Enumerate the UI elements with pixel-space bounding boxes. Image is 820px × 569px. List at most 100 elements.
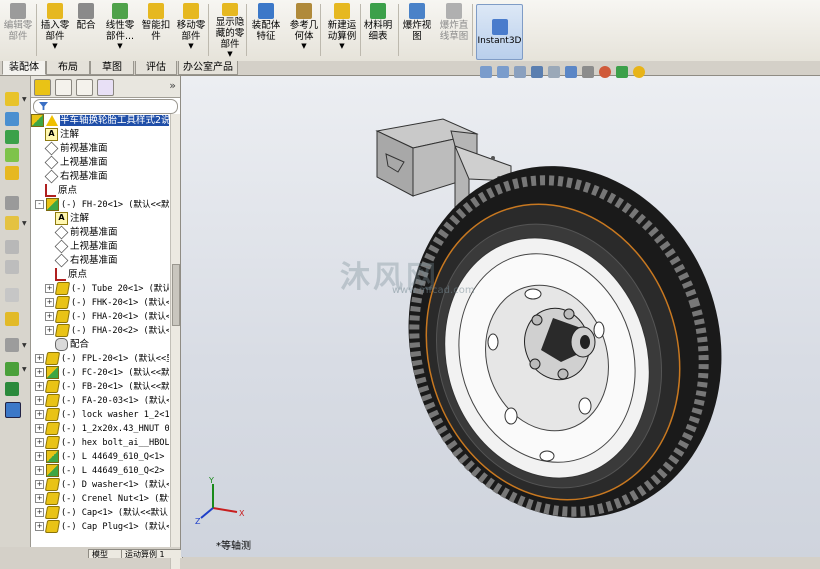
tree-item[interactable]: + (-) FHA-20<1> (默认< <box>45 310 169 324</box>
toolbar-button-reference-geometry[interactable]: 参考几 何体 ▼ <box>286 3 322 58</box>
toolbar-button-mate[interactable]: 配合 <box>74 3 98 58</box>
grid-icon[interactable] <box>5 338 19 352</box>
previous-view-icon[interactable] <box>514 66 526 78</box>
zoom-to-area-icon[interactable] <box>497 66 509 78</box>
rotate-icon[interactable] <box>5 382 19 396</box>
tree-item[interactable]: - (-) FH-20<1> (默认<<默 <box>35 198 169 212</box>
tree-item[interactable]: + (-) FHK-20<1> (默认< <box>45 296 169 310</box>
property-manager-tab-icon[interactable] <box>55 79 72 96</box>
dropdown-arrow-icon[interactable]: ▼ <box>117 42 122 50</box>
expand-icon[interactable]: + <box>45 312 54 321</box>
toolbar-button-smart-fasteners[interactable]: 智能扣 件 <box>140 3 172 58</box>
configuration-tab-icon[interactable] <box>76 79 93 96</box>
tree-item[interactable]: + (-) L 44649_610_Q<2> ( <box>35 464 169 478</box>
graphics-area[interactable]: X Y Z <box>181 76 820 557</box>
tree-root-assembly[interactable]: 半车轴换轮胎工具样式2说 <box>31 114 169 128</box>
expand-icon[interactable]: + <box>35 382 44 391</box>
tree-scrollbar[interactable] <box>170 114 180 569</box>
hide-icon[interactable] <box>5 240 19 254</box>
smart-mate-icon[interactable] <box>5 362 19 376</box>
dropdown-arrow-icon[interactable]: ▼ <box>52 42 57 50</box>
pattern-icon[interactable] <box>5 148 19 162</box>
toolbar-button-bill-of-materials[interactable]: 材料明 细表 <box>362 3 394 58</box>
display-manager-tab-icon[interactable] <box>97 79 114 96</box>
expand-icon[interactable]: + <box>35 452 44 461</box>
hide-show-items-icon[interactable] <box>582 66 594 78</box>
bom-icon[interactable] <box>5 312 19 326</box>
expand-icon[interactable]: + <box>35 508 44 517</box>
display-style-icon[interactable] <box>565 66 577 78</box>
tree-item[interactable]: 前视基准面 <box>44 141 108 156</box>
tree-item[interactable]: A 注解 <box>45 128 79 142</box>
toolbar-button-linear-pattern[interactable]: 线性零 部件... ▼ <box>102 3 138 58</box>
apply-scene-icon[interactable] <box>616 66 628 78</box>
zoom-to-fit-icon[interactable] <box>480 66 492 78</box>
section-view-icon[interactable] <box>531 66 543 78</box>
collapse-icon[interactable]: - <box>35 200 44 209</box>
tree-item[interactable]: + (-) FHA-20<2> (默认< <box>45 324 169 338</box>
view-settings-icon[interactable] <box>633 66 645 78</box>
scrollbar-thumb[interactable] <box>172 264 180 326</box>
expand-icon[interactable]: + <box>45 298 54 307</box>
toolbar-button-insert-component[interactable]: 插入零 部件 ▼ <box>38 3 72 58</box>
expand-icon[interactable]: + <box>35 494 44 503</box>
expand-icon[interactable]: + <box>35 522 44 531</box>
view-icon[interactable] <box>5 196 19 210</box>
tab-2[interactable]: 草图 <box>90 61 134 75</box>
dropdown-arrow-icon[interactable]: ▼ <box>339 42 344 50</box>
expand-icon[interactable]: + <box>35 368 44 377</box>
expand-icon[interactable]: + <box>35 354 44 363</box>
toolbar-button-new-motion-study[interactable]: 新建运 动算例 ▼ <box>324 3 360 58</box>
tree-item[interactable]: 前视基准面 <box>54 225 118 240</box>
tab-3[interactable]: 评估 <box>135 61 177 75</box>
tree-item[interactable]: + (-) FA-20-03<1> (默认< <box>35 394 169 408</box>
tree-item[interactable]: + (-) lock washer 1_2<1> <box>35 408 169 422</box>
expand-icon[interactable]: + <box>35 410 44 419</box>
tree-item[interactable]: + (-) L 44649_610_Q<1> ( <box>35 450 169 464</box>
expand-icon[interactable]: + <box>45 284 54 293</box>
display-icon[interactable] <box>5 260 19 274</box>
tree-item[interactable]: + (-) hex bolt_ai__HBOLT <box>35 436 169 450</box>
expand-icon[interactable]: + <box>35 396 44 405</box>
line-icon[interactable] <box>5 112 19 126</box>
feature-tree-tab-icon[interactable] <box>34 79 51 96</box>
tree-filter-field[interactable] <box>33 99 178 114</box>
tree-item[interactable]: + (-) FC-20<1> (默认<<默 <box>35 366 169 380</box>
tab-1[interactable]: 布局 <box>46 61 90 75</box>
tree-item[interactable]: 配合 <box>55 338 89 352</box>
sketch-point-icon[interactable] <box>5 92 19 106</box>
instant-tool-icon[interactable] <box>5 402 21 418</box>
dropdown-arrow-icon[interactable]: ▼ <box>301 42 306 50</box>
toolbar-button-explode-line-sketch[interactable]: 爆炸直 线草图 <box>436 3 472 58</box>
tree-item[interactable]: + (-) D washer<1> (默认< <box>35 478 169 492</box>
layer-icon[interactable] <box>5 216 19 230</box>
tree-item[interactable]: + (-) Crenel Nut<1> (默认 <box>35 492 169 506</box>
tree-item[interactable]: 原点 <box>45 184 77 198</box>
toolbar-button-edit-component[interactable]: 编辑零 部件 <box>2 3 34 58</box>
view-orientation-icon[interactable] <box>548 66 560 78</box>
expand-icon[interactable]: + <box>35 466 44 475</box>
tab-0[interactable]: 装配体 <box>2 61 46 75</box>
tab-4[interactable]: 办公室产品 <box>178 61 238 75</box>
tree-item[interactable]: + (-) FB-20<1> (默认<<默 <box>35 380 169 394</box>
dropdown-arrow-icon[interactable]: ▼ <box>227 50 232 58</box>
expand-icon[interactable]: + <box>45 326 54 335</box>
toolbar-button-exploded-view[interactable]: 爆炸视 图 <box>400 3 434 58</box>
edit-appearance-icon[interactable] <box>599 66 611 78</box>
tree-item[interactable]: + (-) Cap<1> (默认<<默认 <box>35 506 168 520</box>
tree-item[interactable]: + (-) FPL-20<1> (默认<<里 <box>35 352 169 366</box>
component-icon[interactable] <box>5 166 19 180</box>
tree-item[interactable]: 右视基准面 <box>44 169 108 184</box>
toolbar-button-assembly-features[interactable]: 装配体 特征 <box>250 3 282 58</box>
expand-icon[interactable]: + <box>35 424 44 433</box>
toolbar-button-move-component[interactable]: 移动零 部件 ▼ <box>174 3 208 58</box>
tree-item[interactable]: 上视基准面 <box>44 155 108 170</box>
instant3d-button[interactable]: Instant3D <box>476 4 523 60</box>
expand-icon[interactable]: + <box>35 480 44 489</box>
section-icon[interactable] <box>5 288 19 302</box>
tree-item[interactable]: + (-) Tube 20<1> (默认< <box>45 282 169 296</box>
tree-item[interactable]: A 注解 <box>55 212 89 226</box>
dropdown-arrow-icon[interactable]: ▼ <box>188 42 193 50</box>
tree-item[interactable]: 原点 <box>55 268 87 282</box>
tree-item[interactable]: + (-) Cap Plug<1> (默认< <box>35 520 169 534</box>
